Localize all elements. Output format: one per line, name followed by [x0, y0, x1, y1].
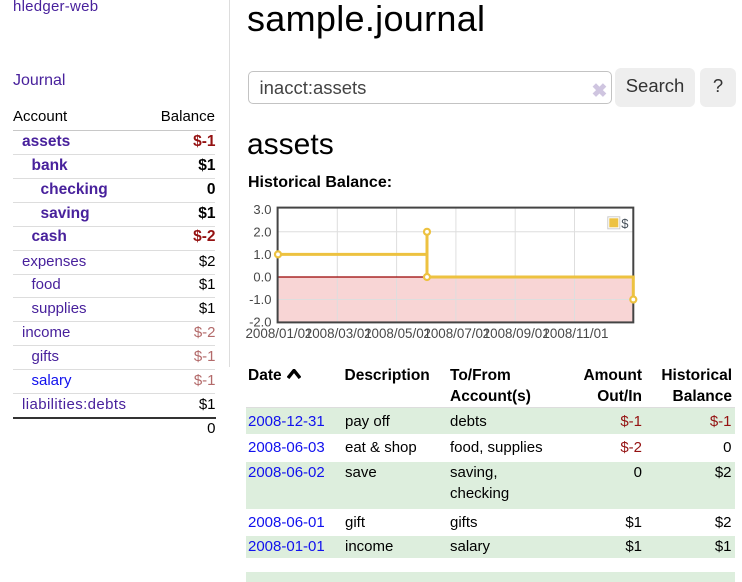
svg-text:2008/11/01: 2008/11/01 — [542, 326, 608, 341]
svg-text:2.0: 2.0 — [253, 224, 271, 239]
svg-text:0.0: 0.0 — [253, 270, 271, 285]
svg-text:1.0: 1.0 — [253, 247, 271, 262]
svg-text:2008/05/01: 2008/05/01 — [364, 326, 431, 341]
svg-text:2008/01/01: 2008/01/01 — [245, 326, 312, 341]
svg-text:-1.0: -1.0 — [249, 292, 271, 307]
svg-text:2008/03/01: 2008/03/01 — [305, 326, 372, 341]
svg-text:2008/09/01: 2008/09/01 — [483, 326, 550, 341]
svg-text:3.0: 3.0 — [253, 202, 271, 217]
svg-text:$: $ — [621, 216, 629, 231]
svg-text:2008/07/01: 2008/07/01 — [423, 326, 490, 341]
